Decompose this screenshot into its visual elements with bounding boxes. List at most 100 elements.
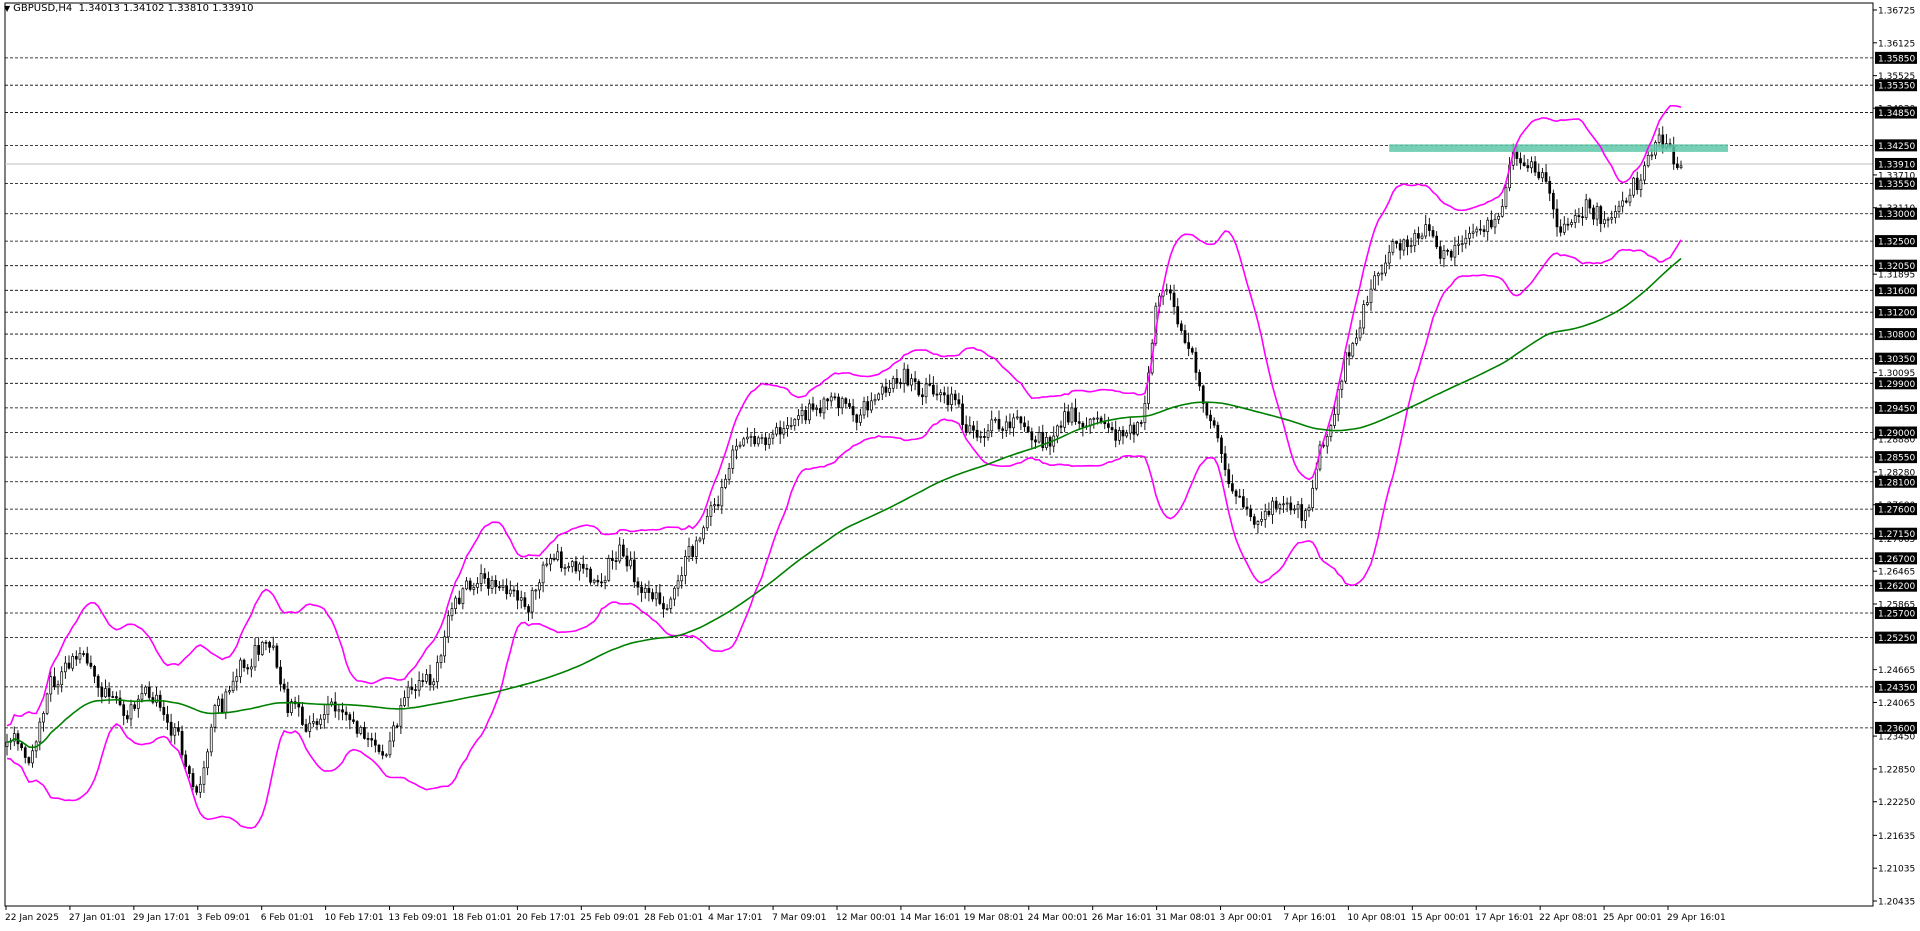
candle-body: [917, 381, 921, 396]
candle: [1329, 423, 1333, 442]
candle: [625, 547, 629, 572]
candle-body: [1117, 430, 1121, 441]
candle-body: [184, 754, 188, 767]
candle-body: [1384, 262, 1387, 274]
candle: [42, 711, 45, 732]
level-price-tag-text: 1.34850: [1878, 109, 1915, 119]
candle-body: [388, 740, 392, 756]
candle: [1479, 219, 1482, 235]
level-price-tag-text: 1.33000: [1878, 210, 1915, 220]
candle-body: [74, 656, 78, 660]
triangle-down-icon[interactable]: ▼: [4, 4, 10, 13]
chart-window[interactable]: ▼ GBPUSD,H4 1.34013 1.34102 1.33810 1.339…: [0, 0, 1920, 927]
candle-body: [1376, 273, 1380, 277]
candle-body: [1187, 342, 1191, 349]
candle-body: [585, 567, 589, 570]
candle: [884, 378, 888, 398]
candle-body: [1278, 503, 1282, 509]
candle: [304, 718, 308, 733]
level-price-tag: 1.23600: [1875, 721, 1917, 734]
candle: [1194, 347, 1198, 381]
candle: [611, 550, 614, 570]
candle: [1139, 419, 1143, 427]
candle-body: [742, 438, 746, 446]
candle: [23, 745, 27, 764]
price-chart[interactable]: 1.367251.361251.355251.349301.337101.331…: [0, 0, 1920, 927]
level-price-tag-text: 1.28100: [1878, 478, 1915, 488]
candle: [45, 692, 49, 716]
candle: [1296, 500, 1300, 519]
candle-body: [107, 688, 111, 697]
candle-body: [483, 573, 487, 579]
candle-body: [844, 398, 848, 404]
candle-body: [1427, 224, 1431, 231]
level-price-tag-text: 1.26700: [1878, 555, 1915, 565]
candle-body: [600, 581, 603, 584]
candle-body: [162, 707, 166, 715]
candle: [1125, 429, 1129, 439]
candle: [1427, 217, 1431, 237]
candle-body: [250, 666, 253, 670]
y-tick-label: 1.26465: [1878, 568, 1915, 578]
x-tick-label: 17 Apr 16:01: [1475, 913, 1534, 923]
candle-body: [563, 567, 567, 570]
candle-body: [837, 396, 840, 409]
candle: [1241, 488, 1245, 510]
candle-body: [891, 378, 895, 389]
candle: [472, 582, 476, 596]
candle-body: [1015, 416, 1019, 419]
candle: [1252, 513, 1256, 529]
level-price-tag-text: 1.31600: [1878, 287, 1915, 297]
candle-body: [1628, 194, 1632, 203]
y-tick-label: 1.20435: [1878, 898, 1915, 908]
candle: [1055, 424, 1059, 444]
candle-body: [939, 392, 943, 396]
time-axis: 22 Jan 2025 27 Jan 01:01 29 Jan 17:01 3 Feb…: [5, 906, 1726, 923]
candle-body: [1570, 222, 1573, 225]
candle-body: [680, 575, 684, 582]
candle-body: [1245, 506, 1249, 510]
candle-body: [1252, 516, 1256, 525]
horizontal-levels: [5, 57, 1873, 729]
candle-body: [275, 645, 279, 668]
candle-body: [1387, 251, 1391, 264]
candle-body: [804, 410, 808, 421]
candle-body: [549, 558, 552, 565]
candle-body: [1019, 416, 1023, 424]
candle-body: [1592, 207, 1595, 220]
candle: [899, 378, 902, 389]
candle: [1008, 413, 1012, 435]
candle-body: [1431, 230, 1435, 237]
candle-body: [1417, 233, 1420, 239]
candle-body: [931, 384, 935, 395]
candle-body: [487, 578, 490, 589]
candle-body: [753, 436, 757, 445]
candle: [924, 377, 928, 404]
candle: [454, 595, 457, 615]
candle: [122, 699, 126, 726]
candle: [1325, 433, 1329, 454]
candle-body: [271, 645, 275, 648]
level-price-tag: 1.29900: [1875, 377, 1917, 390]
x-tick-label: 24 Mar 00:01: [1028, 913, 1088, 923]
candle: [337, 704, 341, 721]
candle: [1063, 402, 1067, 433]
level-price-tag: 1.30350: [1875, 352, 1917, 365]
candle: [224, 688, 228, 720]
candle-body: [1457, 243, 1460, 246]
candle: [724, 474, 727, 490]
candle-body: [352, 719, 355, 722]
candle: [986, 423, 990, 441]
candle: [549, 553, 552, 572]
candle-body: [1165, 289, 1169, 292]
candle: [804, 405, 808, 425]
candle-body: [833, 396, 837, 399]
candle-body: [85, 653, 89, 664]
candle: [1172, 284, 1176, 315]
candle: [1201, 384, 1205, 413]
candle-body: [1355, 337, 1358, 344]
candle-body: [461, 588, 465, 604]
candle: [78, 647, 82, 664]
candle: [1340, 379, 1344, 398]
candle-body: [53, 676, 56, 688]
